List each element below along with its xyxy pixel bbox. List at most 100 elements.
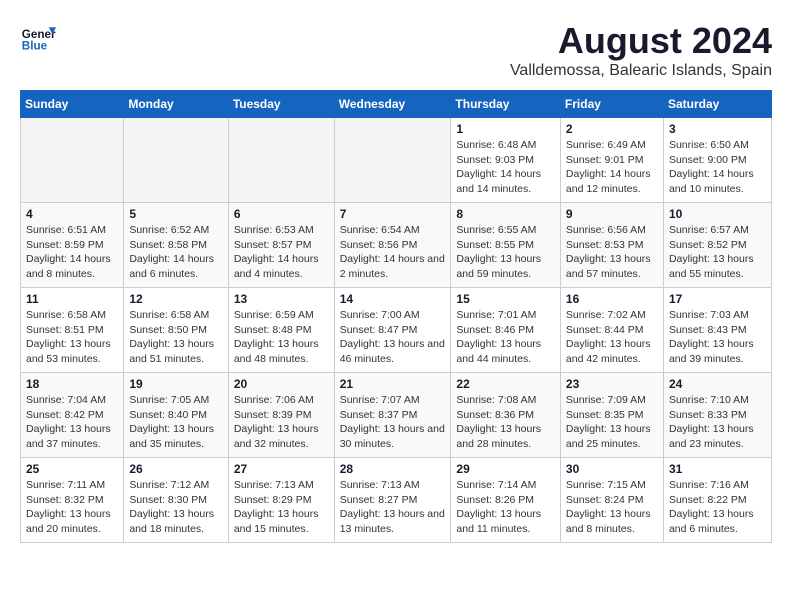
cell-text: Daylight: 13 hours and 15 minutes. bbox=[234, 507, 329, 536]
svg-text:Blue: Blue bbox=[22, 40, 48, 53]
cell-text: Sunrise: 7:12 AM bbox=[129, 478, 222, 493]
cell-text: Sunset: 8:24 PM bbox=[566, 493, 658, 508]
cell-text: Sunset: 9:03 PM bbox=[456, 153, 555, 168]
calendar-cell: 4Sunrise: 6:51 AMSunset: 8:59 PMDaylight… bbox=[21, 203, 124, 288]
day-number: 13 bbox=[234, 292, 329, 306]
calendar-cell: 12 Sunrise: 6:58 AMSunset: 8:50 PMDayligh… bbox=[124, 288, 228, 373]
day-number: 2 bbox=[566, 122, 658, 136]
cell-text: Sunrise: 6:55 AM bbox=[456, 223, 555, 238]
calendar-cell: 5Sunrise: 6:52 AMSunset: 8:58 PMDaylight… bbox=[124, 203, 228, 288]
day-number: 11 bbox=[26, 292, 118, 306]
cell-text: Daylight: 13 hours and 53 minutes. bbox=[26, 337, 118, 366]
cell-text: Daylight: 14 hours and 6 minutes. bbox=[129, 252, 222, 281]
calendar-cell: 24Sunrise: 7:10 AMSunset: 8:33 PMDayligh… bbox=[663, 373, 771, 458]
cell-text: Sunrise: 7:15 AM bbox=[566, 478, 658, 493]
calendar-cell: 27 Sunrise: 7:13 AMSunset: 8:29 PMDayligh… bbox=[228, 458, 334, 543]
cell-text: Daylight: 13 hours and 11 minutes. bbox=[456, 507, 555, 536]
calendar-cell: 1Sunrise: 6:48 AMSunset: 9:03 PMDaylight… bbox=[451, 118, 561, 203]
cell-text: Sunrise: 6:53 AM bbox=[234, 223, 329, 238]
day-number: 27 bbox=[234, 462, 329, 476]
calendar-cell: 10Sunrise: 6:57 AMSunset: 8:52 PMDayligh… bbox=[663, 203, 771, 288]
cell-text: Daylight: 13 hours and 6 minutes. bbox=[669, 507, 766, 536]
calendar-cell: 9Sunrise: 6:56 AMSunset: 8:53 PMDaylight… bbox=[560, 203, 663, 288]
calendar-cell bbox=[21, 118, 124, 203]
day-number: 24 bbox=[669, 377, 766, 391]
cell-text: Sunrise: 7:00 AM bbox=[340, 308, 446, 323]
cell-text: Sunset: 8:50 PM bbox=[129, 323, 222, 338]
calendar-cell: 28Sunrise: 7:13 AMSunset: 8:27 PMDayligh… bbox=[334, 458, 451, 543]
cell-text: Sunset: 9:00 PM bbox=[669, 153, 766, 168]
cell-text: Daylight: 13 hours and 48 minutes. bbox=[234, 337, 329, 366]
day-number: 10 bbox=[669, 207, 766, 221]
cell-text: Daylight: 13 hours and 39 minutes. bbox=[669, 337, 766, 366]
calendar-cell: 21Sunrise: 7:07 AMSunset: 8:37 PMDayligh… bbox=[334, 373, 451, 458]
day-number: 18 bbox=[26, 377, 118, 391]
day-number: 20 bbox=[234, 377, 329, 391]
day-number: 15 bbox=[456, 292, 555, 306]
calendar-cell bbox=[334, 118, 451, 203]
day-of-week-friday: Friday bbox=[560, 91, 663, 118]
cell-text: Daylight: 13 hours and 51 minutes. bbox=[129, 337, 222, 366]
day-number: 14 bbox=[340, 292, 446, 306]
calendar-cell: 13Sunrise: 6:59 AMSunset: 8:48 PMDayligh… bbox=[228, 288, 334, 373]
day-number: 19 bbox=[129, 377, 222, 391]
day-number: 5 bbox=[129, 207, 222, 221]
day-of-week-monday: Monday bbox=[124, 91, 228, 118]
calendar-cell bbox=[124, 118, 228, 203]
calendar-cell: 2Sunrise: 6:49 AMSunset: 9:01 PMDaylight… bbox=[560, 118, 663, 203]
cell-text: Daylight: 13 hours and 30 minutes. bbox=[340, 422, 446, 451]
title-area: August 2024 Valldemossa, Balearic Island… bbox=[510, 20, 772, 80]
cell-text: Daylight: 13 hours and 18 minutes. bbox=[129, 507, 222, 536]
cell-text: Daylight: 13 hours and 23 minutes. bbox=[669, 422, 766, 451]
calendar-cell: 19Sunrise: 7:05 AMSunset: 8:40 PMDayligh… bbox=[124, 373, 228, 458]
calendar-cell: 25Sunrise: 7:11 AMSunset: 8:32 PMDayligh… bbox=[21, 458, 124, 543]
calendar-cell: 3Sunrise: 6:50 AMSunset: 9:00 PMDaylight… bbox=[663, 118, 771, 203]
cell-text: Sunrise: 6:57 AM bbox=[669, 223, 766, 238]
cell-text: Sunrise: 7:13 AM bbox=[234, 478, 329, 493]
cell-text: Sunrise: 7:13 AM bbox=[340, 478, 446, 493]
page-header: General Blue August 2024 Valldemossa, Ba… bbox=[20, 20, 772, 80]
cell-text: Sunrise: 7:01 AM bbox=[456, 308, 555, 323]
cell-text: Sunrise: 7:05 AM bbox=[129, 393, 222, 408]
cell-text: Daylight: 13 hours and 32 minutes. bbox=[234, 422, 329, 451]
cell-text: Daylight: 13 hours and 37 minutes. bbox=[26, 422, 118, 451]
cell-text: Daylight: 13 hours and 25 minutes. bbox=[566, 422, 658, 451]
cell-text: Sunrise: 6:52 AM bbox=[129, 223, 222, 238]
cell-text: Sunset: 8:44 PM bbox=[566, 323, 658, 338]
cell-text: Sunrise: 7:03 AM bbox=[669, 308, 766, 323]
cell-text: Sunset: 8:56 PM bbox=[340, 238, 446, 253]
cell-text: Sunset: 9:01 PM bbox=[566, 153, 658, 168]
calendar-cell: 29Sunrise: 7:14 AMSunset: 8:26 PMDayligh… bbox=[451, 458, 561, 543]
cell-text: Sunrise: 7:02 AM bbox=[566, 308, 658, 323]
cell-text: Daylight: 13 hours and 35 minutes. bbox=[129, 422, 222, 451]
day-number: 4 bbox=[26, 207, 118, 221]
cell-text: Sunrise: 6:49 AM bbox=[566, 138, 658, 153]
day-number: 21 bbox=[340, 377, 446, 391]
cell-text: Daylight: 13 hours and 13 minutes. bbox=[340, 507, 446, 536]
cell-text: Sunset: 8:33 PM bbox=[669, 408, 766, 423]
cell-text: Sunrise: 6:58 AM bbox=[129, 308, 222, 323]
calendar-cell: 6Sunrise: 6:53 AMSunset: 8:57 PMDaylight… bbox=[228, 203, 334, 288]
cell-text: Sunset: 8:43 PM bbox=[669, 323, 766, 338]
cell-text: Sunset: 8:26 PM bbox=[456, 493, 555, 508]
calendar-cell: 11Sunrise: 6:58 AMSunset: 8:51 PMDayligh… bbox=[21, 288, 124, 373]
cell-text: Sunrise: 7:04 AM bbox=[26, 393, 118, 408]
calendar-cell: 18Sunrise: 7:04 AMSunset: 8:42 PMDayligh… bbox=[21, 373, 124, 458]
calendar-cell: 20Sunrise: 7:06 AMSunset: 8:39 PMDayligh… bbox=[228, 373, 334, 458]
day-number: 12 bbox=[129, 292, 222, 306]
day-number: 8 bbox=[456, 207, 555, 221]
cell-text: Daylight: 13 hours and 20 minutes. bbox=[26, 507, 118, 536]
day-of-week-wednesday: Wednesday bbox=[334, 91, 451, 118]
cell-text: Sunset: 8:57 PM bbox=[234, 238, 329, 253]
cell-text: Sunrise: 6:56 AM bbox=[566, 223, 658, 238]
cell-text: Daylight: 13 hours and 44 minutes. bbox=[456, 337, 555, 366]
cell-text: Sunset: 8:29 PM bbox=[234, 493, 329, 508]
calendar-cell: 23Sunrise: 7:09 AMSunset: 8:35 PMDayligh… bbox=[560, 373, 663, 458]
calendar-cell: 22Sunrise: 7:08 AMSunset: 8:36 PMDayligh… bbox=[451, 373, 561, 458]
cell-text: Sunrise: 7:08 AM bbox=[456, 393, 555, 408]
cell-text: Sunset: 8:39 PM bbox=[234, 408, 329, 423]
day-number: 16 bbox=[566, 292, 658, 306]
calendar-cell: 17Sunrise: 7:03 AMSunset: 8:43 PMDayligh… bbox=[663, 288, 771, 373]
cell-text: Daylight: 13 hours and 46 minutes. bbox=[340, 337, 446, 366]
calendar-week-3: 11Sunrise: 6:58 AMSunset: 8:51 PMDayligh… bbox=[21, 288, 772, 373]
